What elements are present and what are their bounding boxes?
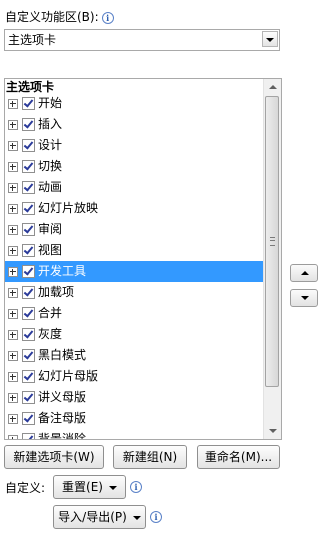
new-group-button[interactable]: 新建组(N)	[113, 445, 187, 469]
tree-item[interactable]: 灰度	[5, 324, 265, 345]
expand-plus-icon[interactable]	[8, 309, 18, 319]
tab-checkbox[interactable]	[22, 202, 35, 215]
ribbon-tabs-tree[interactable]: 主选项卡 开始插入设计切换动画幻灯片放映审阅视图开发工具加载项合并灰度黑白模式幻…	[4, 78, 282, 440]
expand-plus-icon[interactable]	[8, 225, 18, 235]
tab-checkbox[interactable]	[22, 391, 35, 404]
expand-plus-icon[interactable]	[8, 267, 18, 277]
tab-checkbox[interactable]	[22, 412, 35, 425]
tree-item[interactable]: 审阅	[5, 219, 265, 240]
tree-header: 主选项卡	[6, 80, 55, 94]
tree-item[interactable]: 开发工具	[5, 261, 265, 282]
customize-ribbon-label: 自定义功能区(B):	[5, 10, 99, 24]
chevron-down-icon	[132, 515, 141, 520]
tree-item-label: 视图	[38, 243, 63, 257]
tree-item-label: 合并	[38, 306, 63, 320]
expand-plus-icon[interactable]	[8, 99, 18, 109]
tree-item-label: 动画	[38, 180, 63, 194]
tree-item[interactable]: 讲义母版	[5, 387, 265, 408]
scroll-up-icon[interactable]	[264, 79, 281, 96]
tab-checkbox[interactable]	[22, 118, 35, 131]
tree-item[interactable]: 动画	[5, 177, 265, 198]
tree-item[interactable]: 切换	[5, 156, 265, 177]
tab-checkbox[interactable]	[22, 307, 35, 320]
import-export-button[interactable]: 导入/导出(P)	[53, 505, 146, 529]
tab-checkbox[interactable]	[22, 328, 35, 341]
tree-item-label: 讲义母版	[38, 390, 87, 404]
expand-plus-icon[interactable]	[8, 414, 18, 424]
expand-plus-icon[interactable]	[8, 351, 18, 361]
grip-icon	[270, 237, 275, 246]
tree-item-label: 开发工具	[38, 264, 87, 278]
tree-item[interactable]: 黑白模式	[5, 345, 265, 366]
expand-plus-icon[interactable]	[8, 141, 18, 151]
tab-checkbox[interactable]	[22, 265, 35, 278]
tab-checkbox[interactable]	[22, 370, 35, 383]
tree-item[interactable]: 视图	[5, 240, 265, 261]
tree-item[interactable]: 插入	[5, 114, 265, 135]
tree-item-label: 背景消除	[38, 432, 87, 440]
info-icon[interactable]: i	[130, 479, 142, 493]
rename-button[interactable]: 重命名(M)...	[197, 445, 280, 469]
expand-plus-icon[interactable]	[8, 204, 18, 214]
customizations-label: 自定义:	[5, 481, 46, 495]
reset-button-label: 重置(E)	[62, 480, 103, 494]
reset-button[interactable]: 重置(E)	[53, 475, 126, 499]
tree-item[interactable]: 合并	[5, 303, 265, 324]
chevron-down-icon[interactable]	[262, 31, 278, 47]
move-down-button[interactable]	[290, 289, 318, 307]
chevron-down-icon	[108, 485, 117, 490]
tab-checkbox[interactable]	[22, 223, 35, 236]
expand-plus-icon[interactable]	[8, 372, 18, 382]
tree-item[interactable]: 开始	[5, 93, 265, 114]
info-icon[interactable]: i	[101, 9, 114, 25]
tree-item[interactable]: 背景消除	[5, 429, 265, 440]
new-tab-button[interactable]: 新建选项卡(W)	[4, 445, 104, 469]
import-export-button-label: 导入/导出(P)	[58, 510, 127, 524]
tab-checkbox[interactable]	[22, 160, 35, 173]
expand-plus-icon[interactable]	[8, 183, 18, 193]
tab-checkbox[interactable]	[22, 244, 35, 257]
tree-item[interactable]: 备注母版	[5, 408, 265, 429]
tree-item-label: 切换	[38, 159, 63, 173]
vertical-scrollbar[interactable]	[263, 79, 281, 439]
tree-item[interactable]: 幻灯片放映	[5, 198, 265, 219]
expand-plus-icon[interactable]	[8, 246, 18, 256]
tree-item-label: 设计	[38, 138, 63, 152]
expand-plus-icon[interactable]	[8, 288, 18, 298]
expand-plus-icon[interactable]	[8, 162, 18, 172]
expand-plus-icon[interactable]	[8, 120, 18, 130]
tree-item-label: 幻灯片母版	[38, 369, 99, 383]
tab-checkbox[interactable]	[22, 349, 35, 362]
tab-checkbox[interactable]	[22, 97, 35, 110]
tree-item-label: 幻灯片放映	[38, 201, 99, 215]
info-icon[interactable]: i	[150, 509, 162, 523]
tab-type-value: 主选项卡	[8, 33, 57, 47]
expand-plus-icon[interactable]	[8, 330, 18, 340]
tree-item-label: 黑白模式	[38, 348, 87, 362]
tree-item-label: 插入	[38, 117, 63, 131]
tab-checkbox[interactable]	[22, 433, 35, 439]
move-up-button[interactable]	[290, 264, 318, 282]
tree-item-label: 灰度	[38, 327, 63, 341]
tree-item-label: 加载项	[38, 285, 75, 299]
tree-item[interactable]: 加载项	[5, 282, 265, 303]
tab-type-dropdown[interactable]: 主选项卡	[4, 29, 280, 51]
tree-item[interactable]: 设计	[5, 135, 265, 156]
expand-plus-icon[interactable]	[8, 393, 18, 403]
tree-item-label: 备注母版	[38, 411, 87, 425]
tab-checkbox[interactable]	[22, 286, 35, 299]
customize-ribbon-title-row: 自定义功能区(B): i	[5, 9, 114, 25]
tree-item-label: 开始	[38, 96, 63, 110]
scroll-down-icon[interactable]	[264, 422, 281, 439]
tree-item[interactable]: 幻灯片母版	[5, 366, 265, 387]
expand-plus-icon[interactable]	[8, 435, 18, 439]
tab-checkbox[interactable]	[22, 139, 35, 152]
scrollbar-thumb[interactable]	[265, 96, 279, 387]
tab-checkbox[interactable]	[22, 181, 35, 194]
tree-item-label: 审阅	[38, 222, 63, 236]
